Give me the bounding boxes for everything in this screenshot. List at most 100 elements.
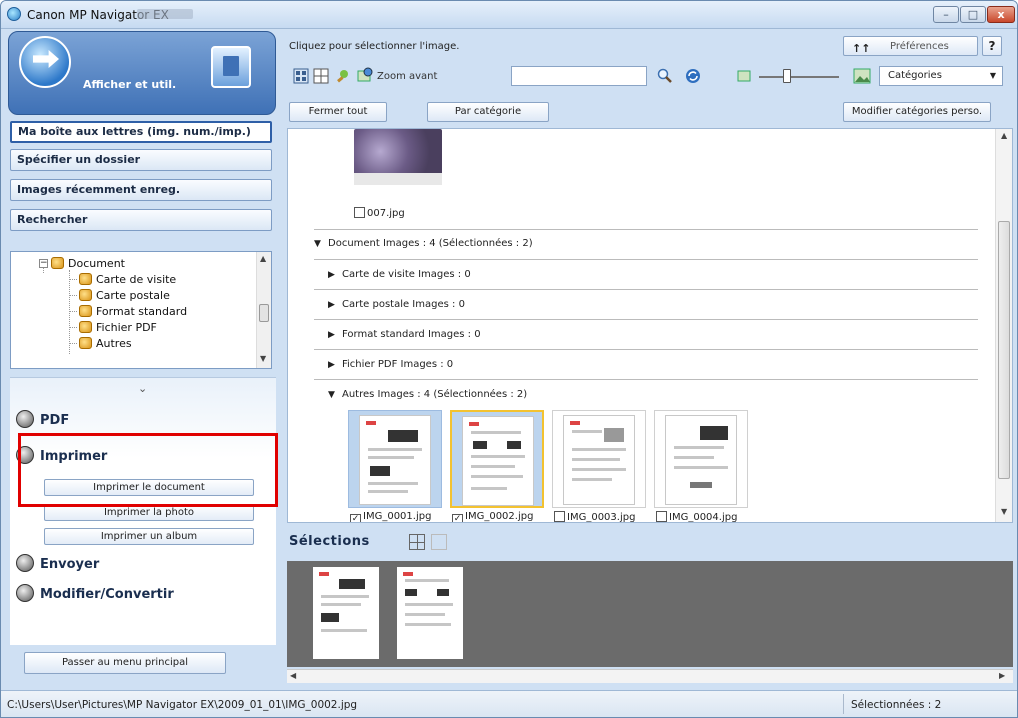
thumbnail-view-icon[interactable] [293,68,309,84]
collapse-triangle-icon[interactable]: ▶ [328,360,342,370]
large-image-icon[interactable] [853,68,871,84]
group-autres[interactable]: ▼ Autres Images : 4 (Sélectionnées : 2) [328,389,527,400]
image-caption-img-0004[interactable]: IMG_0004.jpg [656,511,737,522]
image-caption-img-0002[interactable]: ✓ IMG_0002.jpg [452,511,533,522]
scroll-up-arrow-icon[interactable]: ▲ [1001,131,1007,140]
edit-categories-button[interactable]: Modifier catégories perso. [843,102,991,122]
nav-search[interactable]: Rechercher [10,209,272,231]
preferences-button[interactable]: ↑↑ Préférences [843,36,978,56]
left-pane: Afficher et util. Ma boîte aux lettres (… [4,31,279,681]
chevron-down-icon: ▼ [989,71,996,80]
nav-mailbox[interactable]: Ma boîte aux lettres (img. num./imp.) [10,121,272,143]
tree-item-fichier-pdf[interactable]: Fichier PDF [79,321,157,334]
group-fichier-pdf[interactable]: ▶ Fichier PDF Images : 0 [328,359,453,370]
image-caption-img-0001[interactable]: ✓ IMG_0001.jpg [350,511,431,522]
search-icon[interactable] [657,68,673,84]
grid-view-icon[interactable] [313,68,329,84]
image-thumbnail-img-0001[interactable] [348,410,442,508]
file-path: C:\Users\User\Pictures\MP Navigator EX\2… [7,699,358,711]
scroll-down-arrow-icon[interactable]: ▼ [260,354,266,363]
checkbox-checked[interactable]: ✓ [350,514,361,522]
size-slider-track[interactable] [759,76,839,78]
tree-item-autres[interactable]: Autres [79,337,132,350]
zoom-in-label[interactable]: Zoom avant [377,71,437,82]
group-document[interactable]: ▼ Document Images : 4 (Sélectionnées : 2) [314,238,533,249]
image-thumbnail-img-0004[interactable] [654,410,748,508]
zoom-image-icon[interactable] [357,67,373,83]
small-image-icon[interactable] [737,70,751,82]
status-bar: C:\Users\User\Pictures\MP Navigator EX\2… [1,690,1017,717]
maximize-button[interactable]: □ [960,6,986,23]
group-format-standard[interactable]: ▶ Format standard Images : 0 [328,329,481,340]
collapse-triangle-icon[interactable]: ▶ [328,270,342,280]
minimize-button[interactable]: – [933,6,959,23]
nav-specify-folder[interactable]: Spécifier un dossier [10,149,272,171]
group-carte-visite[interactable]: ▶ Carte de visite Images : 0 [328,269,471,280]
close-button[interactable]: x [987,6,1015,23]
tree-item-carte-postale[interactable]: Carte postale [79,289,170,302]
instruction-text: Cliquez pour sélectionner l'image. [289,41,460,52]
selected-image-thumbnail[interactable] [397,567,463,659]
search-input[interactable] [511,66,647,86]
selections-area[interactable] [287,561,1013,667]
checkbox[interactable] [354,207,365,218]
refresh-icon[interactable] [685,68,701,84]
document-screen-icon [211,46,251,88]
tree-item-carte-visite[interactable]: Carte de visite [79,273,176,286]
close-all-button[interactable]: Fermer tout [289,102,387,122]
scroll-right-arrow-icon[interactable]: ▶ [999,671,1005,680]
group-carte-postale[interactable]: ▶ Carte postale Images : 0 [328,299,465,310]
tree-scrollbar[interactable]: ▲ ▼ [256,252,271,368]
view-mode-select[interactable]: Catégories ▼ [879,66,1003,86]
view-use-header: Afficher et util. [8,31,276,115]
image-browser[interactable]: 007.jpg ▼ Document Images : 4 (Sélectionn… [287,128,1013,523]
single-view-icon[interactable] [431,534,447,550]
category-tree[interactable]: − Document Carte de visite Carte postale… [10,251,272,369]
scroll-thumb[interactable] [259,304,269,322]
scroll-left-arrow-icon[interactable]: ◀ [290,671,296,680]
grid-view-icon[interactable] [409,534,425,550]
section-edit-convert[interactable]: Modifier/Convertir [16,584,174,602]
section-pdf[interactable]: PDF [16,410,69,428]
photo-caption[interactable]: 007.jpg [354,207,405,219]
collapse-triangle-icon[interactable]: ▶ [328,330,342,340]
checkbox[interactable] [554,511,565,522]
document-preview [563,415,635,505]
image-thumbnail-img-0002[interactable] [450,410,544,508]
scroll-up-arrow-icon[interactable]: ▲ [260,254,266,263]
selected-image-thumbnail[interactable] [313,567,379,659]
section-send[interactable]: Envoyer [16,554,99,572]
main-menu-button[interactable]: Passer au menu principal [24,652,226,674]
tree-item-format-standard[interactable]: Format standard [79,305,187,318]
document-preview [462,416,534,506]
browser-scrollbar[interactable]: ▲ ▼ [995,129,1012,522]
image-thumbnail-img-0003[interactable] [552,410,646,508]
document-preview [359,415,431,505]
pencil-icon [16,584,34,602]
selections-title: Sélections [289,534,370,549]
folder-icon [79,321,92,333]
pdf-icon [16,410,34,428]
collapse-triangle-icon[interactable]: ▶ [328,300,342,310]
print-album-button[interactable]: Imprimer un album [44,528,254,545]
selections-scrollbar[interactable]: ◀ ▶ [287,669,1013,683]
tree-collapse-toggle[interactable]: − [39,259,48,268]
checkbox-checked[interactable]: ✓ [452,514,463,522]
expand-triangle-icon[interactable]: ▼ [314,239,328,249]
by-category-button[interactable]: Par catégorie [427,102,549,122]
size-slider-thumb[interactable] [783,69,791,83]
header-title: Afficher et util. [83,78,177,91]
image-caption-img-0003[interactable]: IMG_0003.jpg [554,511,635,522]
app-window: Canon MP Navigator EX – □ x Afficher et … [0,0,1018,718]
sort-arrows-icon: ↑↑ [852,42,871,55]
folder-icon [79,273,92,285]
nav-recent-images[interactable]: Images récemment enreg. [10,179,272,201]
chevron-down-icon[interactable]: ⌄ [138,382,147,395]
scroll-down-arrow-icon[interactable]: ▼ [1001,507,1007,516]
scroll-thumb[interactable] [998,221,1010,479]
checkbox[interactable] [656,511,667,522]
correct-image-icon[interactable] [335,68,351,84]
tree-item-document[interactable]: Document [51,257,125,270]
help-button[interactable]: ? [982,36,1002,56]
expand-triangle-icon[interactable]: ▼ [328,390,342,400]
